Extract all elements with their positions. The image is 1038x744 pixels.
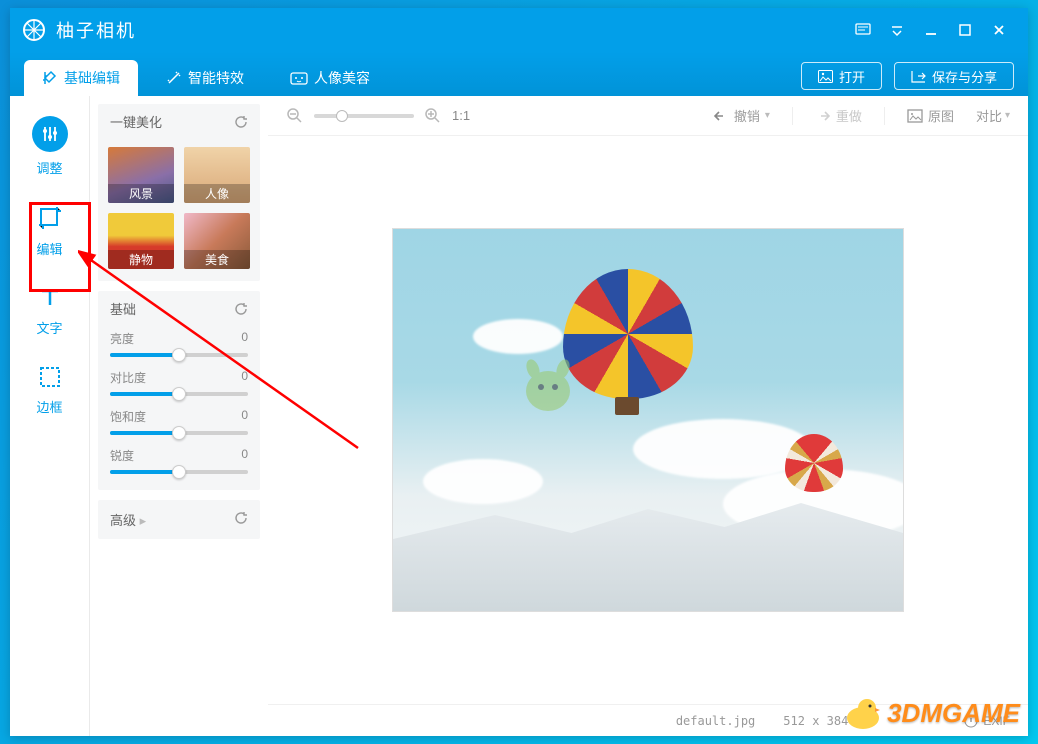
basic-title: 基础 [110,299,136,318]
tab-label: 人像美容 [314,68,370,88]
slider-value: 0 [241,408,248,425]
mascot-icon [513,349,583,419]
save-share-button[interactable]: 保存与分享 [894,62,1014,90]
frame-icon [36,363,64,391]
minimize-button[interactable] [914,8,948,52]
advanced-section-toggle[interactable]: 高级 ▸ [98,500,260,539]
zoom-in-button[interactable] [424,107,442,125]
tab-label: 基础编辑 [64,68,120,88]
magic-icon [166,70,182,86]
adjust-panel: 一键美化 风景 人像 静物 美食 基础 亮度 0 对比度 0 饱和度 0 锐度 0 [90,96,268,736]
tab-label: 智能特效 [188,68,244,88]
slider-锐度[interactable] [110,470,248,474]
reset-advanced-button[interactable] [234,511,248,528]
original-button[interactable]: 原图 [907,106,954,125]
text-icon [36,284,64,312]
beautify-title: 一键美化 [110,112,162,131]
tabbar: 基础编辑 智能特效 人像美容 打开 保存与分享 [10,52,1028,96]
sidebar-item-adjust[interactable]: 调整 [32,116,68,177]
sliders-icon [40,124,60,144]
slider-饱和度[interactable] [110,431,248,435]
sidebar-item-edit[interactable]: 编辑 [35,203,65,258]
slider-value: 0 [241,447,248,464]
message-icon[interactable] [846,8,880,52]
watermark: 3DMGAME [843,696,1020,730]
canvas-toolbar: 1:1 撤销▾ 重做 原图 对比▾ [268,96,1028,136]
zoom-out-button[interactable] [286,107,304,125]
tools-icon [42,70,58,86]
compare-button[interactable]: 对比▾ [976,106,1010,125]
face-icon [290,70,308,86]
sidebar-item-text[interactable]: 文字 [36,284,64,337]
slider-label: 亮度 [110,330,134,347]
slider-对比度[interactable] [110,392,248,396]
status-filename: default.jpg [676,714,755,728]
export-icon [911,70,926,83]
sidebar-item-border[interactable]: 边框 [36,363,64,416]
app-logo-icon [22,18,46,42]
tab-smart-effects[interactable]: 智能特效 [148,60,262,96]
preset-landscape[interactable]: 风景 [108,147,174,203]
redo-button[interactable]: 重做 [815,106,862,125]
status-dimensions: 512 x 384 [783,714,848,728]
reset-beautify-button[interactable] [234,115,248,129]
chick-icon [843,696,883,730]
image-icon [818,70,833,83]
dropdown-icon[interactable] [880,8,914,52]
close-button[interactable] [982,8,1016,52]
slider-label: 锐度 [110,447,134,464]
canvas-image[interactable] [392,228,904,612]
preset-food[interactable]: 美食 [184,213,250,269]
preset-still[interactable]: 静物 [108,213,174,269]
tab-basic-edit[interactable]: 基础编辑 [24,60,138,96]
zoom-ratio-button[interactable]: 1:1 [452,108,470,123]
undo-button[interactable]: 撤销▾ [713,106,770,125]
open-button[interactable]: 打开 [801,62,882,90]
preset-portrait[interactable]: 人像 [184,147,250,203]
slider-亮度[interactable] [110,353,248,357]
titlebar: 柚子相机 [10,8,1028,52]
slider-label: 饱和度 [110,408,146,425]
tab-portrait[interactable]: 人像美容 [272,60,388,96]
zoom-slider[interactable] [314,114,414,118]
slider-value: 0 [241,369,248,386]
maximize-button[interactable] [948,8,982,52]
slider-label: 对比度 [110,369,146,386]
crop-icon [35,203,65,233]
slider-value: 0 [241,330,248,347]
sidebar: 调整 编辑 文字 边框 [10,96,90,736]
app-title: 柚子相机 [56,17,846,43]
reset-basic-button[interactable] [234,302,248,316]
